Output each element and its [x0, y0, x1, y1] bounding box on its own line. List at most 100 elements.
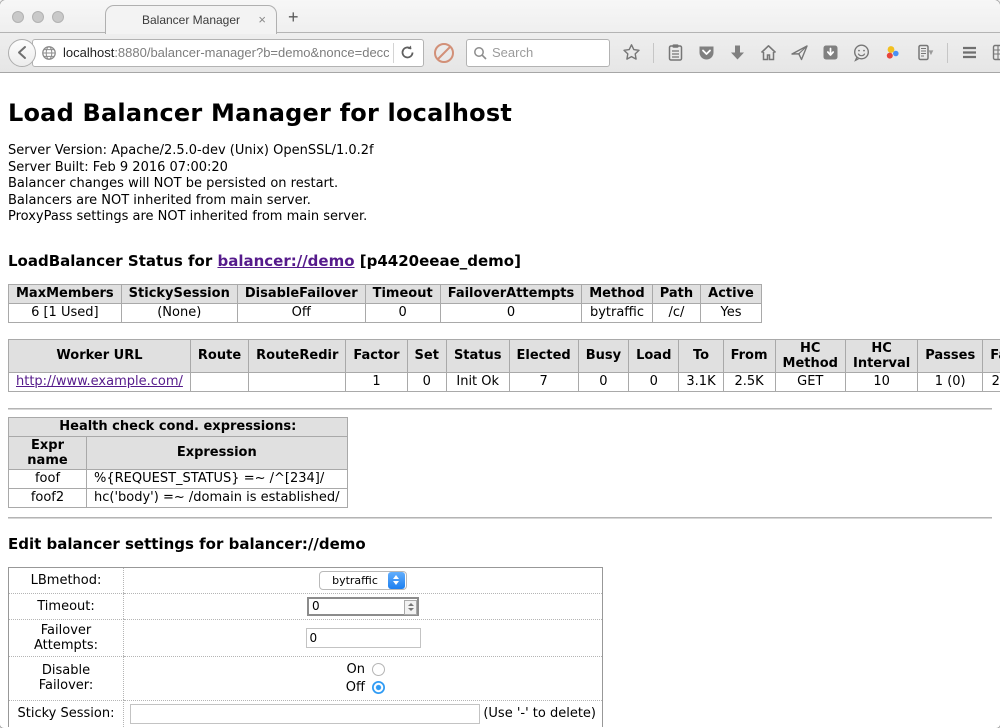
- tab-balancer-manager[interactable]: Balancer Manager ×: [105, 5, 277, 34]
- cell-load: 0: [629, 372, 679, 391]
- col-worker-url: Worker URL: [9, 339, 191, 372]
- timeout-label: Timeout:: [9, 593, 124, 619]
- url-text[interactable]: localhost:8880/balancer-manager?b=demo&n…: [63, 45, 389, 60]
- server-built-line: Server Built: Feb 9 2016 07:00:20: [8, 160, 992, 177]
- timeout-stepper[interactable]: [307, 597, 419, 616]
- health-table-title: Health check cond. expressions:: [9, 417, 348, 436]
- lbmethod-selected-value: bytraffic: [332, 574, 378, 587]
- globe-icon: [41, 45, 57, 61]
- col-passes: Passes: [918, 339, 983, 372]
- cell-expression: hc('body') =~ /domain is established/: [87, 488, 348, 507]
- tab-close-icon[interactable]: ×: [258, 12, 266, 27]
- cell-busy: 0: [578, 372, 628, 391]
- toolbar-separator: [947, 43, 948, 63]
- persist-notice-line: Balancer changes will NOT be persisted o…: [8, 176, 992, 193]
- clipboard-icon[interactable]: [666, 43, 685, 62]
- on-label: On: [341, 662, 365, 677]
- balancer-demo-link[interactable]: balancer://demo: [217, 252, 354, 270]
- table-title-row: Health check cond. expressions:: [9, 417, 348, 436]
- cell-set: 0: [407, 372, 446, 391]
- url-bar[interactable]: localhost:8880/balancer-manager?b=demo&n…: [32, 39, 424, 67]
- col-load: Load: [629, 339, 679, 372]
- failover-attempts-input[interactable]: [306, 628, 421, 648]
- back-button[interactable]: [8, 39, 36, 67]
- downloads-icon[interactable]: [728, 43, 747, 62]
- toolbar-separator: [653, 43, 654, 63]
- tab-title: Balancer Manager: [142, 13, 240, 27]
- menu-hamburger-icon[interactable]: [960, 43, 979, 62]
- blocked-content-icon[interactable]: [434, 43, 454, 63]
- col-to: To: [679, 339, 723, 372]
- form-row-lbmethod: LBmethod: bytraffic: [9, 568, 602, 593]
- add-new-worker-label: Add New Worker:: [9, 727, 124, 728]
- cell-expression: %{REQUEST_STATUS} =~ /^[234]/: [87, 469, 348, 488]
- form-row-disable-failover: Disable Failover: On Off: [9, 656, 602, 700]
- cell-method: bytraffic: [582, 303, 652, 322]
- cell-active: Yes: [701, 303, 762, 322]
- titlebar: Balancer Manager × +: [0, 0, 1000, 33]
- expr-row: foof %{REQUEST_STATUS} =~ /^[234]/: [9, 469, 348, 488]
- col-expression: Expression: [87, 436, 348, 469]
- select-stepper-icon: [388, 572, 405, 589]
- cell-routeredir: [249, 372, 346, 391]
- cell-timeout: 0: [365, 303, 440, 322]
- table-header-row: MaxMembers StickySession DisableFailover…: [9, 284, 762, 303]
- pocket-icon[interactable]: [697, 43, 716, 62]
- timeout-input[interactable]: [307, 597, 419, 616]
- search-bar[interactable]: [466, 39, 610, 67]
- col-route: Route: [190, 339, 248, 372]
- zoom-window-button[interactable]: [52, 11, 64, 23]
- edit-settings-heading: Edit balancer settings for balancer://de…: [8, 535, 992, 553]
- server-version-line: Server Version: Apache/2.5.0-dev (Unix) …: [8, 143, 992, 160]
- disable-failover-radios: On Off: [128, 660, 598, 697]
- table-row: 6 [1 Used] (None) Off 0 0 bytraffic /c/ …: [9, 303, 762, 322]
- toolbar-icons: ▼: [622, 43, 1000, 63]
- send-plane-icon[interactable]: [790, 43, 809, 62]
- lbmethod-label: LBmethod:: [9, 568, 124, 593]
- close-window-button[interactable]: [12, 11, 24, 23]
- server-info: Server Version: Apache/2.5.0-dev (Unix) …: [8, 143, 992, 226]
- status-heading-suffix: [p4420eeae_demo]: [355, 252, 521, 270]
- reload-icon[interactable]: [398, 43, 417, 62]
- url-domain: localhost: [63, 45, 114, 60]
- radio-on-unchecked[interactable]: [372, 663, 385, 676]
- col-method: Method: [582, 284, 652, 303]
- bookmark-star-icon[interactable]: [622, 43, 641, 62]
- sticky-session-label: Sticky Session:: [9, 700, 124, 727]
- col-hc-method: HC Method: [775, 339, 845, 372]
- radio-off-checked[interactable]: [372, 681, 385, 694]
- lbmethod-select[interactable]: bytraffic: [319, 571, 407, 590]
- cell-expr-name: foof2: [9, 488, 87, 507]
- cell-hc-interval: 10: [845, 372, 917, 391]
- colored-dots-icon[interactable]: [883, 43, 902, 62]
- disable-failover-label: Disable Failover:: [9, 656, 124, 700]
- worker-url-link[interactable]: http://www.example.com/: [16, 374, 183, 389]
- col-elected: Elected: [509, 339, 578, 372]
- cell-to: 3.1K: [679, 372, 723, 391]
- number-spinner-icon[interactable]: [404, 600, 417, 615]
- save-to-device-icon[interactable]: [821, 43, 840, 62]
- chat-smiley-icon[interactable]: [852, 43, 871, 62]
- sticky-session-input[interactable]: [130, 704, 480, 724]
- col-timeout: Timeout: [365, 284, 440, 303]
- sticky-session-hint: (Use '-' to delete): [483, 706, 596, 721]
- tab-grid-icon[interactable]: [991, 43, 1000, 62]
- search-input[interactable]: [492, 45, 603, 60]
- col-active: Active: [701, 284, 762, 303]
- cell-route: [190, 372, 248, 391]
- cell-status: Init Ok: [446, 372, 509, 391]
- radio-option-off[interactable]: Off: [341, 680, 385, 695]
- col-disablefailover: DisableFailover: [237, 284, 365, 303]
- new-tab-button[interactable]: +: [288, 7, 299, 28]
- reader-tools-group[interactable]: ▼: [914, 43, 935, 62]
- radio-option-on[interactable]: On: [341, 662, 385, 677]
- home-icon[interactable]: [759, 43, 778, 62]
- cell-fails: 2 (0): [983, 372, 1000, 391]
- navigation-toolbar: localhost:8880/balancer-manager?b=demo&n…: [0, 33, 1000, 73]
- section-divider: [8, 517, 992, 519]
- col-factor: Factor: [346, 339, 407, 372]
- worker-row: http://www.example.com/ 1 0 Init Ok 7 0 …: [9, 372, 1000, 391]
- health-check-table: Health check cond. expressions: Expr nam…: [8, 417, 348, 508]
- minimize-window-button[interactable]: [32, 11, 44, 23]
- col-set: Set: [407, 339, 446, 372]
